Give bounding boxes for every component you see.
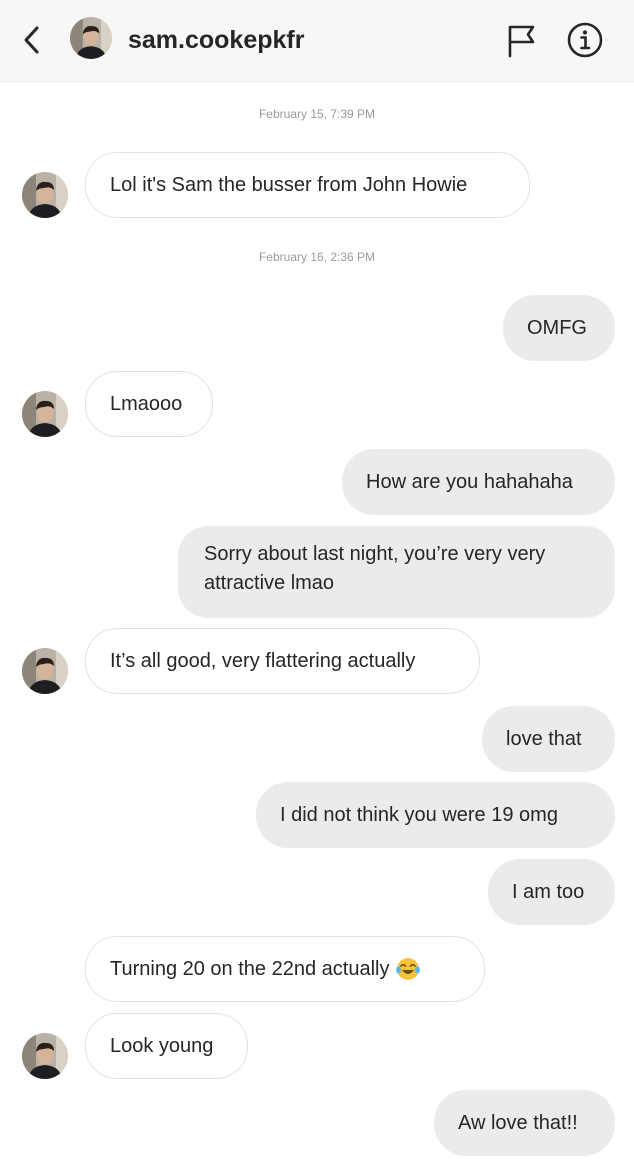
sender-avatar[interactable]	[22, 172, 68, 218]
flag-icon	[508, 25, 535, 58]
header-username[interactable]: sam.cookepkfr	[128, 26, 304, 55]
outgoing-message[interactable]: love that	[482, 706, 615, 772]
flag-button[interactable]	[503, 20, 539, 60]
sender-avatar[interactable]	[22, 648, 68, 694]
outgoing-message[interactable]: Sorry about last night, you’re very very…	[178, 526, 615, 618]
outgoing-message[interactable]: I am too	[488, 859, 615, 925]
conversation-header: sam.cookepkfr	[0, 0, 634, 82]
header-avatar[interactable]	[70, 17, 112, 59]
message-text: Turning 20 on the 22nd actually	[110, 957, 390, 980]
outgoing-message[interactable]: I did not think you were 19 omg	[256, 782, 615, 848]
outgoing-message[interactable]: Aw love that!!	[434, 1090, 615, 1156]
incoming-message[interactable]: Turning 20 on the 22nd actually	[85, 936, 485, 1002]
incoming-message[interactable]: It’s all good, very flattering actually	[85, 628, 480, 694]
avatar-image	[22, 648, 68, 694]
info-icon	[567, 22, 603, 58]
avatar-image	[70, 17, 112, 59]
message-text: love that	[506, 727, 582, 750]
incoming-message[interactable]: Lol it's Sam the busser from John Howie	[85, 152, 530, 218]
incoming-message[interactable]: Lmaooo	[85, 371, 213, 437]
back-button[interactable]	[18, 22, 48, 58]
message-text: Aw love that!!	[458, 1111, 578, 1134]
face-with-tears-of-joy-icon	[396, 958, 421, 980]
message-text: I am too	[512, 880, 585, 903]
sender-avatar[interactable]	[22, 391, 68, 437]
sender-avatar[interactable]	[22, 1033, 68, 1079]
timestamp: February 16, 2:36 PM	[258, 250, 376, 264]
chevron-left-icon	[24, 26, 39, 54]
message-text: OMFG	[527, 316, 587, 339]
message-text: I did not think you were 19 omg	[280, 803, 558, 826]
outgoing-message[interactable]: OMFG	[503, 295, 615, 361]
avatar-image	[22, 172, 68, 218]
message-text: Lmaooo	[110, 392, 183, 415]
message-text: Look young	[110, 1034, 214, 1057]
message-text: It’s all good, very flattering actually	[110, 649, 416, 672]
avatar-image	[22, 1033, 68, 1079]
message-text: Sorry about last night, you’re very very…	[204, 543, 546, 594]
timestamp: February 15, 7:39 PM	[258, 107, 376, 121]
incoming-message[interactable]: Look young	[85, 1013, 248, 1079]
info-button[interactable]	[565, 20, 605, 60]
message-text: How are you hahahaha	[366, 470, 573, 493]
avatar-image	[22, 391, 68, 437]
outgoing-message[interactable]: How are you hahahaha	[342, 449, 615, 515]
message-text: Lol it's Sam the busser from John Howie	[110, 173, 468, 196]
